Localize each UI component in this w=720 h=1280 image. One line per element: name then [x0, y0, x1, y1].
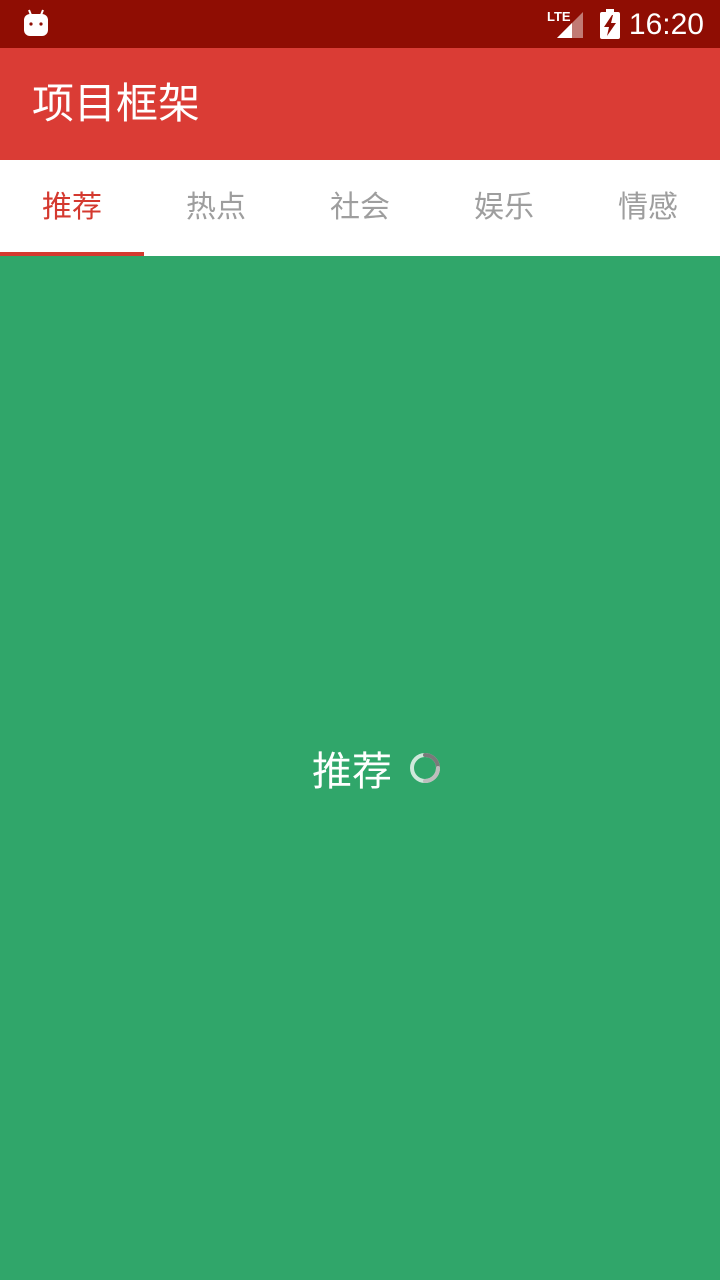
status-bar: LTE 16:20: [0, 0, 720, 48]
tab-label: 社会: [330, 190, 390, 225]
tab-bar: 推荐 热点 社会 娱乐 情感: [0, 160, 720, 256]
app-title: 项目框架: [32, 79, 201, 128]
loading-indicator: 推荐: [0, 738, 720, 798]
android-icon: [24, 9, 48, 36]
spinner-icon: [410, 753, 440, 783]
tab-label: 娱乐: [474, 190, 534, 225]
app-screen: LTE 16:20 项目框架 推荐 热点 社会 娱乐 情感 推荐: [0, 0, 720, 1280]
tab-hot[interactable]: 热点: [144, 160, 288, 256]
status-time: 16:20: [628, 8, 704, 41]
tab-label: 推荐: [42, 190, 102, 225]
tab-emotion[interactable]: 情感: [576, 160, 720, 256]
content-area[interactable]: 推荐: [0, 256, 720, 1280]
loading-label: 推荐: [312, 749, 392, 795]
app-bar: 项目框架: [0, 48, 720, 160]
network-label: LTE: [547, 9, 571, 24]
tab-label: 情感: [618, 190, 678, 225]
tab-recommend[interactable]: 推荐: [0, 160, 144, 256]
battery-charging-icon: [600, 9, 620, 39]
tab-entertainment[interactable]: 娱乐: [432, 160, 576, 256]
tab-society[interactable]: 社会: [288, 160, 432, 256]
tab-label: 热点: [186, 190, 246, 225]
lte-signal-icon: LTE: [547, 9, 583, 38]
